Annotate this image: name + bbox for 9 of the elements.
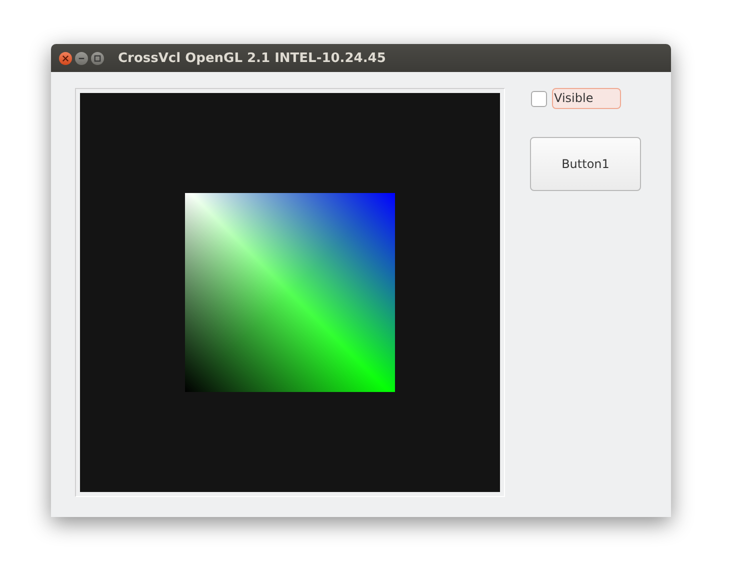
close-icon — [62, 54, 69, 62]
minimize-button[interactable] — [75, 52, 88, 64]
checkbox-label[interactable]: Visible — [552, 88, 621, 109]
button1[interactable]: Button1 — [530, 137, 641, 191]
close-button[interactable] — [59, 52, 72, 64]
maximize-button[interactable] — [91, 52, 104, 64]
maximize-icon — [94, 54, 101, 62]
window-title: CrossVcl OpenGL 2.1 INTEL-10.24.45 — [118, 50, 386, 66]
visible-checkbox[interactable] — [531, 90, 547, 106]
